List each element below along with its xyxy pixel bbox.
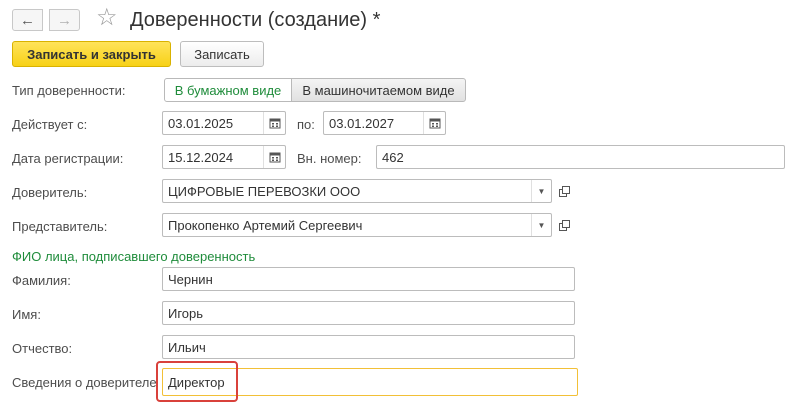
principal-field[interactable]: ЦИФРОВЫЕ ПЕРЕВОЗКИ ООО ▼: [162, 179, 552, 203]
reg-date-label: Дата регистрации:: [12, 151, 124, 166]
principal-info-label: Сведения о доверителе: [12, 375, 157, 390]
highlight-box: [156, 361, 238, 402]
save-and-close-button[interactable]: Записать и закрыть: [12, 41, 171, 67]
save-button[interactable]: Записать: [180, 41, 264, 67]
favorite-star-icon[interactable]: ☆: [96, 5, 118, 31]
open-principal-button[interactable]: [554, 180, 574, 202]
principal-label: Доверитель:: [12, 185, 88, 200]
representative-value: Прокопенко Артемий Сергеевич: [168, 217, 363, 233]
open-representative-button[interactable]: [554, 214, 574, 236]
internal-number-label: Вн. номер:: [297, 151, 362, 166]
last-name-field[interactable]: Чернин: [162, 267, 575, 291]
internal-number-field[interactable]: 462: [376, 145, 785, 169]
first-name-value: Игорь: [168, 305, 204, 321]
forward-button[interactable]: →: [49, 9, 80, 31]
open-link-icon: [558, 185, 570, 197]
valid-to-field[interactable]: 03.01.2027: [323, 111, 446, 135]
valid-from-label: Действует с:: [12, 117, 88, 132]
reg-date-field[interactable]: 15.12.2024: [162, 145, 286, 169]
first-name-field[interactable]: Игорь: [162, 301, 575, 325]
principal-value: ЦИФРОВЫЕ ПЕРЕВОЗКИ ООО: [168, 183, 361, 199]
middle-name-field[interactable]: Ильич: [162, 335, 575, 359]
calendar-icon[interactable]: [263, 112, 285, 134]
last-name-label: Фамилия:: [12, 273, 71, 288]
representative-field[interactable]: Прокопенко Артемий Сергеевич ▼: [162, 213, 552, 237]
signer-section-title: ФИО лица, подписавшего доверенность: [12, 249, 256, 264]
valid-from-field[interactable]: 03.01.2025: [162, 111, 286, 135]
middle-name-label: Отчество:: [12, 341, 73, 356]
middle-name-value: Ильич: [168, 339, 206, 355]
arrow-right-icon: →: [57, 11, 72, 29]
open-link-icon: [558, 219, 570, 231]
first-name-label: Имя:: [12, 307, 41, 322]
type-option-machine-readable[interactable]: В машиночитаемом виде: [291, 78, 466, 102]
valid-to-label: по:: [297, 117, 315, 132]
page-title: Доверенности (создание) *: [130, 9, 381, 31]
type-option-paper[interactable]: В бумажном виде: [164, 78, 292, 102]
last-name-value: Чернин: [168, 271, 213, 287]
representative-label: Представитель:: [12, 219, 108, 234]
internal-number-value: 462: [382, 149, 404, 165]
type-label: Тип доверенности:: [12, 83, 126, 98]
chevron-down-icon[interactable]: ▼: [531, 214, 551, 236]
arrow-left-icon: ←: [20, 11, 35, 29]
chevron-down-icon[interactable]: ▼: [531, 180, 551, 202]
valid-from-value: 03.01.2025: [168, 115, 234, 131]
reg-date-value: 15.12.2024: [168, 149, 234, 165]
back-button[interactable]: ←: [12, 9, 43, 31]
calendar-icon[interactable]: [263, 146, 285, 168]
valid-to-value: 03.01.2027: [329, 115, 395, 131]
calendar-icon[interactable]: [423, 112, 445, 134]
